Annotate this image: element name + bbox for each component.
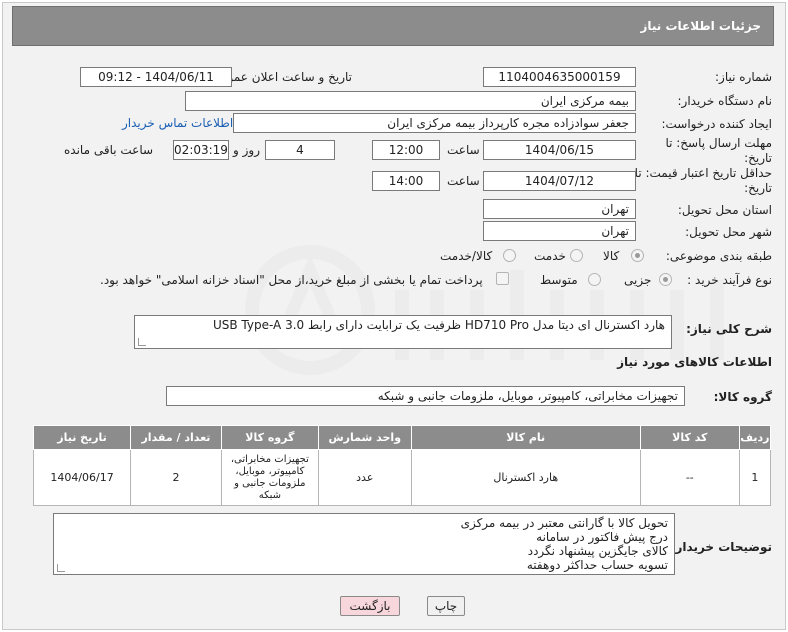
goods-table: ردیف کد کالا نام کالا واحد شمارش گروه کا… [32,425,772,506]
buyer-note-line: تسویه حساب حداکثر دوهفته [526,558,668,572]
table-row: 1 -- هارد اکسترنال عدد تجهیزات مخابراتی،… [32,449,772,506]
requester-label: ایجاد کننده درخواست: [661,117,772,131]
resize-handle-icon[interactable] [138,338,146,346]
goods-info-heading: اطلاعات کالاهای مورد نیاز [617,355,772,369]
reply-deadline-label: مهلت ارسال پاسخ: تا تاریخ: [665,136,772,165]
col-unit: واحد شمارش [317,425,412,450]
subject-goods-radio[interactable] [631,249,644,262]
purchase-minor-radio[interactable] [659,273,672,286]
buyer-note-line: درج پیش فاکتور در سامانه [536,530,668,544]
delivery-province-label: استان محل تحویل: [677,203,772,217]
requester-field: جعفر سوادزاده مجره کارپرداز بیمه مرکزی ا… [233,113,636,133]
page-header: جزئیات اطلاعات نیاز [12,6,774,46]
cell-need-date: 1404/06/17 [32,449,132,506]
days-label: روز و [233,143,260,157]
cell-quantity: 2 [130,449,222,506]
delivery-province-field: تهران [483,199,636,219]
col-goods-name: نام کالا [410,425,641,450]
col-goods-group: گروه کالا [220,425,319,450]
purchase-type-label: نوع فرآیند خرید : [687,273,772,287]
cell-goods-name: هارد اکسترنال [410,449,641,506]
subject-category-label: طبقه بندی موضوعی: [665,249,772,263]
subject-goods-service-label: کالا/خدمت [440,249,493,263]
price-validity-label: حداقل تاریخ اعتبار قیمت: تا تاریخ: [634,166,772,195]
col-quantity: تعداد / مقدار [130,425,222,450]
buyer-notes-label: توضیحات خریدار: [670,540,772,554]
col-goods-code: کد کالا [639,425,740,450]
buyer-note-line: تحویل کالا با گارانتی معتبر در بیمه مرکز… [460,516,668,530]
days-remaining-field: 4 [265,140,335,160]
subject-goods-service-radio[interactable] [503,249,516,262]
delivery-city-field: تهران [483,221,636,241]
purchase-medium-label: متوسط [540,273,578,287]
purchase-minor-label: جزیی [624,273,652,287]
treasury-checkbox[interactable] [496,272,509,285]
print-button[interactable]: چاپ [427,596,465,616]
buyer-note-line: کالای جایگزین پیشنهاد نگردد [527,544,668,558]
resize-handle-icon[interactable] [57,564,65,572]
back-button[interactable]: بازگشت [340,596,400,616]
reply-date-field: 1404/06/15 [483,140,636,160]
page-title: جزئیات اطلاعات نیاز [640,19,761,33]
time-remaining-field: 02:03:19 [173,140,229,160]
subject-service-radio[interactable] [570,249,583,262]
delivery-city-label: شهر محل تحویل: [685,225,772,239]
col-row-number: ردیف [738,425,772,450]
goods-group-field: تجهیزات مخابراتی، کامپیوتر، موبایل، ملزو… [166,386,685,406]
cell-goods-code: -- [639,449,740,506]
general-description-label: شرح کلی نیاز: [686,322,772,336]
reply-time-label: ساعت [447,143,480,157]
buyer-contact-link[interactable]: اطلاعات تماس خریدار [122,116,233,130]
announce-datetime-field: 1404/06/11 - 09:12 [80,67,232,87]
hours-left-label: ساعت باقی مانده [64,143,154,157]
cell-unit: عدد [317,449,412,506]
validity-time-field: 14:00 [372,171,440,191]
cell-row-number: 1 [738,449,772,506]
need-number-field: 1104004635000159 [483,67,636,87]
general-description-textarea[interactable]: هارد اکسترنال ای دیتا مدل HD710 Pro ظرفی… [134,315,672,349]
reply-time-field: 12:00 [372,140,440,160]
treasury-note: پرداخت تمام یا بخشی از مبلغ خرید،از محل … [100,273,483,287]
validity-time-label: ساعت [447,174,480,188]
subject-goods-label: کالا [603,249,620,263]
general-description-text: هارد اکسترنال ای دیتا مدل HD710 Pro ظرفی… [212,318,665,332]
validity-date-field: 1404/07/12 [483,171,636,191]
buyer-notes-textarea[interactable]: تحویل کالا با گارانتی معتبر در بیمه مرکز… [53,513,675,575]
col-need-date: تاریخ نیاز [32,425,132,450]
subject-service-label: خدمت [534,249,566,263]
goods-table-header-row: ردیف کد کالا نام کالا واحد شمارش گروه کا… [32,425,772,450]
purchase-medium-radio[interactable] [588,273,601,286]
goods-group-label: گروه کالا: [713,390,772,404]
buyer-org-label: نام دستگاه خریدار: [677,94,773,108]
cell-goods-group: تجهیزات مخابراتی، کامپیوتر، موبایل، ملزو… [220,449,319,506]
need-number-label: شماره نیاز: [715,70,772,84]
buyer-org-field: بیمه مرکزی ایران [185,91,636,111]
